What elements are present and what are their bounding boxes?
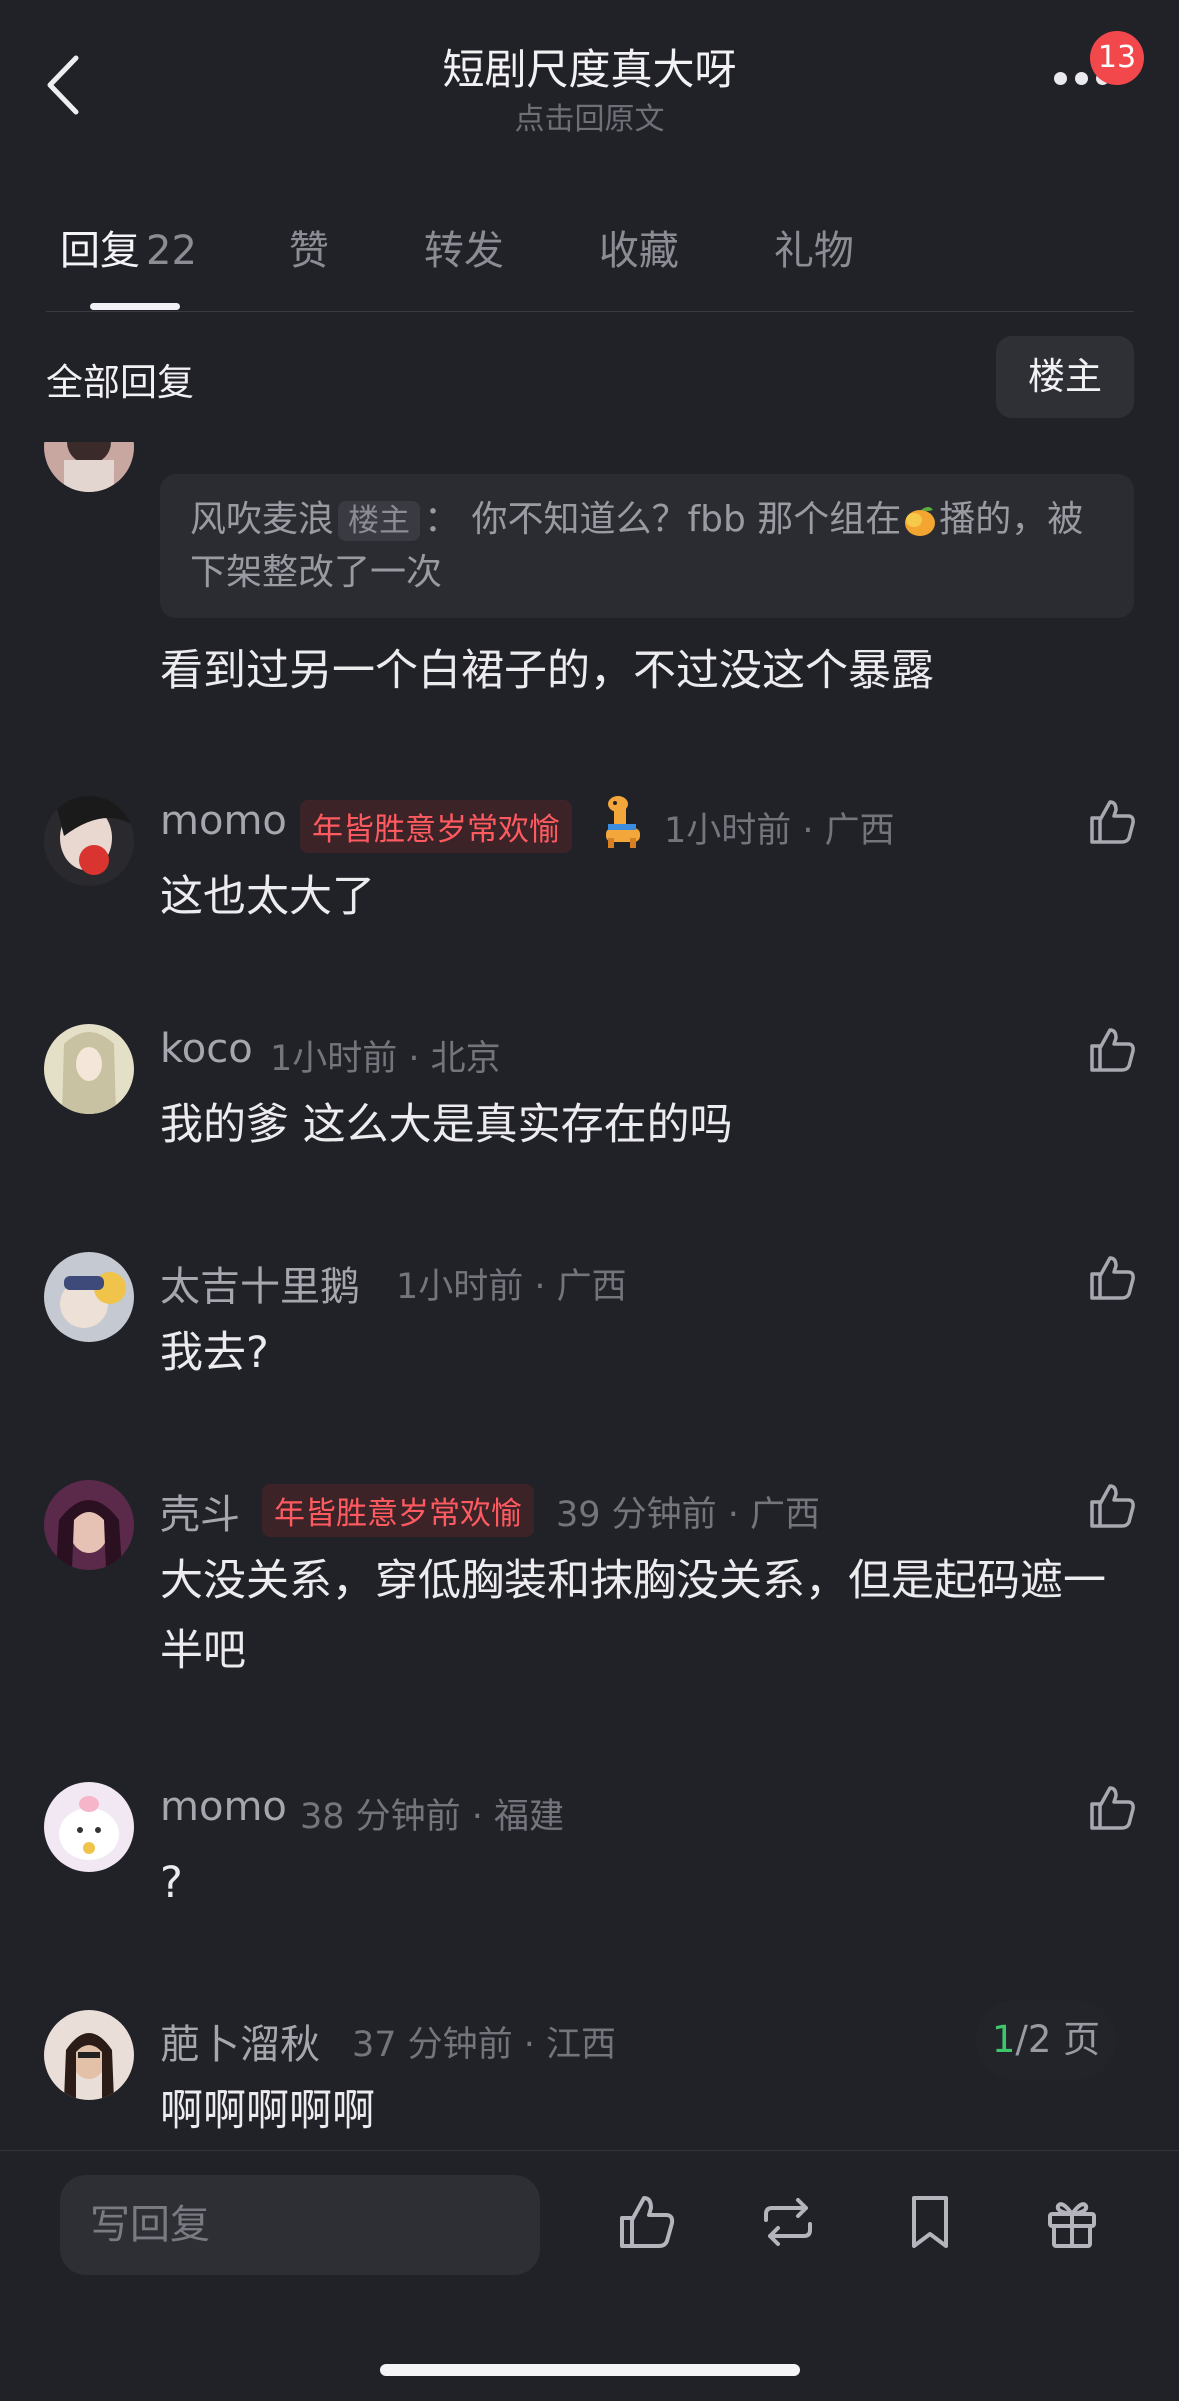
user-tag: 年皆胜意岁常欢愉 xyxy=(300,800,572,853)
avatar[interactable] xyxy=(44,442,134,492)
comment-text: 我去? xyxy=(160,1328,269,1378)
comment-author[interactable]: 萉卜溜秋 xyxy=(160,2012,320,2070)
comment-author[interactable]: 壳斗 xyxy=(160,1482,240,1540)
comment-text: 看到过另一个白裙子的，不过没这个暴露 xyxy=(160,646,934,696)
back-to-post-link[interactable]: 点击回原文 xyxy=(0,94,1179,138)
comment-meta: 1小时前 · 广西 xyxy=(396,1267,627,1307)
tab-likes[interactable]: 赞 xyxy=(289,218,329,278)
thumbs-up-icon[interactable] xyxy=(1086,1024,1138,1076)
comment-author[interactable]: momo xyxy=(160,1784,287,1830)
owner-only-button[interactable]: 楼主 xyxy=(996,336,1134,418)
comment-text: 这也太大了 xyxy=(160,872,375,922)
comment-author[interactable]: koco xyxy=(160,1026,253,1072)
tab-bar: 回复 22 赞 转发 收藏 礼物 xyxy=(60,218,949,278)
tab-label: 回复 xyxy=(60,228,140,274)
thumbs-up-icon[interactable] xyxy=(1086,1782,1138,1834)
total-pages: /2 页 xyxy=(1015,2018,1101,2061)
comment-meta: 38 分钟前 · 福建 xyxy=(300,1797,565,1837)
bookmark-icon[interactable] xyxy=(898,2190,962,2254)
comment-meta: 1小时前 · 广西 xyxy=(664,811,895,851)
current-page: 1 xyxy=(991,2018,1016,2061)
avatar[interactable] xyxy=(44,796,134,886)
tab-reposts[interactable]: 转发 xyxy=(424,218,504,278)
avatar[interactable] xyxy=(44,1480,134,1570)
reply-input[interactable]: 写回复 xyxy=(60,2175,540,2275)
repost-icon[interactable] xyxy=(756,2190,820,2254)
comment-text: 大没关系，穿低胸装和抹胸没关系，但是起码遮一半吧 xyxy=(160,1556,1106,1676)
avatar[interactable] xyxy=(44,1252,134,1342)
comment-text: 我的爹 这么大是真实存在的吗 xyxy=(160,1100,733,1150)
page-indicator[interactable]: 1/2 页 xyxy=(976,2000,1116,2080)
mango-icon xyxy=(905,507,936,536)
comment-author[interactable]: momo xyxy=(160,798,287,844)
comment-author[interactable]: 太吉十里鹅 xyxy=(160,1254,360,1312)
tab-indicator xyxy=(90,303,180,310)
quoted-text-part1: ： 你不知道么？fbb 那个组在 xyxy=(424,499,902,540)
owner-badge: 楼主 xyxy=(338,501,421,541)
gift-icon[interactable] xyxy=(1040,2190,1104,2254)
avatar[interactable] xyxy=(44,1782,134,1872)
notification-badge: 13 xyxy=(1090,31,1144,85)
quoted-author[interactable]: 风吹麦浪 xyxy=(190,499,334,540)
tab-gifts[interactable]: 礼物 xyxy=(774,218,854,278)
quoted-reply-text: 风吹麦浪 楼主： 你不知道么？fbb 那个组在 播的，被下架整改了一次 xyxy=(190,494,1090,599)
tab-count: 22 xyxy=(146,228,197,274)
comment-meta: 37 分钟前 · 江西 xyxy=(352,2025,617,2065)
avatar[interactable] xyxy=(44,2010,134,2100)
avatar[interactable] xyxy=(44,1024,134,1114)
thumbs-up-icon[interactable] xyxy=(614,2190,678,2254)
comment-text: ? xyxy=(160,1858,183,1908)
comment-text: 啊啊啊啊啊 xyxy=(160,2086,375,2136)
page-title[interactable]: 短剧尺度真大呀 xyxy=(0,36,1179,97)
user-tag: 年皆胜意岁常欢愉 xyxy=(262,1484,534,1537)
tab-replies[interactable]: 回复 22 xyxy=(60,218,197,278)
llama-sticker-icon xyxy=(606,796,640,848)
thumbs-up-icon[interactable] xyxy=(1086,1252,1138,1304)
comment-meta: 1小时前 · 北京 xyxy=(270,1039,501,1079)
comment-meta: 39 分钟前 · 广西 xyxy=(556,1495,821,1535)
divider xyxy=(46,311,1134,312)
all-replies-label: 全部回复 xyxy=(46,361,194,404)
thumbs-up-icon[interactable] xyxy=(1086,1480,1138,1532)
tab-favorites[interactable]: 收藏 xyxy=(599,218,679,278)
thumbs-up-icon[interactable] xyxy=(1086,796,1138,848)
home-indicator[interactable] xyxy=(380,2364,800,2376)
